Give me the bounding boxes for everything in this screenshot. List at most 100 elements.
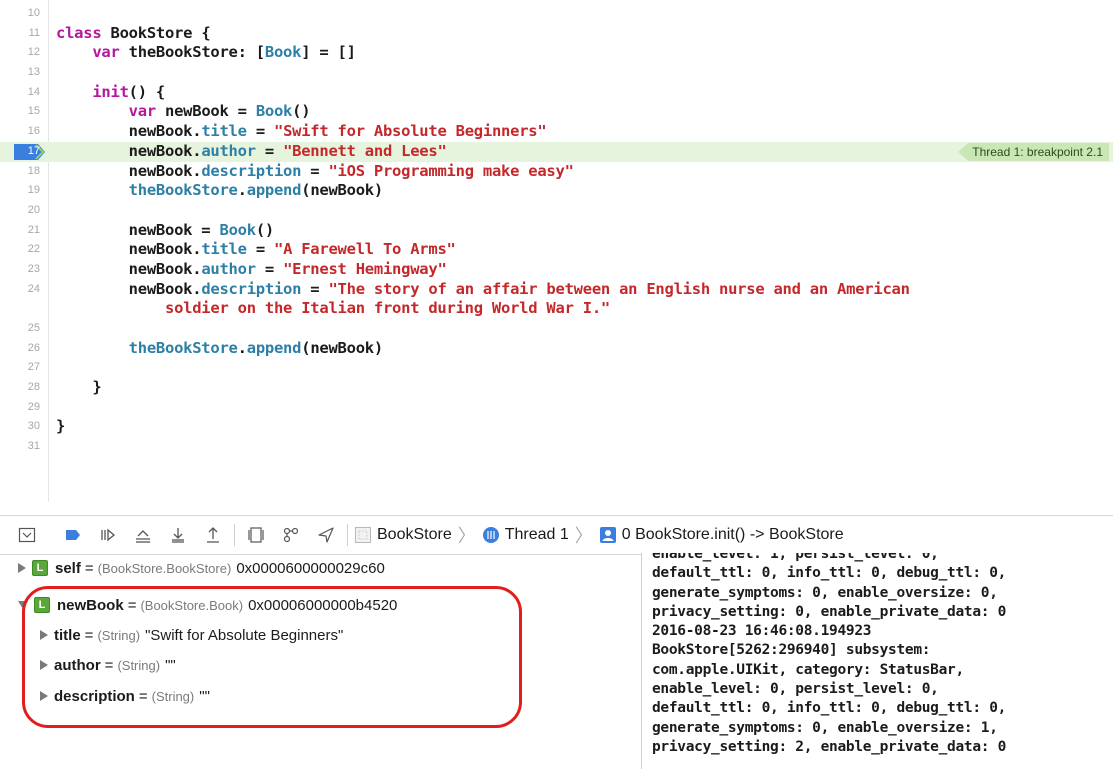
breadcrumb-frame[interactable]: 0 BookStore.init() -> BookStore — [599, 520, 844, 550]
code-token: } — [56, 417, 66, 436]
variable-row-description[interactable]: description = (String) "" — [40, 684, 210, 708]
step-into-button[interactable] — [163, 520, 193, 550]
variable-row-self[interactable]: L self = (BookStore.BookStore) 0x0000600… — [18, 556, 385, 580]
line-number[interactable]: 13 — [0, 63, 40, 83]
code-token: description — [201, 279, 302, 298]
disclosure-triangle-icon[interactable] — [40, 660, 48, 670]
code-line[interactable]: 22 newBook.title = "A Farewell To Arms" — [0, 240, 1113, 260]
line-number[interactable]: 15 — [0, 102, 40, 122]
code-text: var theBookStore: [Book] = [] — [56, 43, 1113, 63]
code-text: newBook.author = "Bennett and Lees" — [56, 142, 1113, 162]
line-number[interactable]: 14 — [0, 83, 40, 103]
simulate-location-button[interactable] — [311, 520, 341, 550]
thread-breakpoint-flag[interactable]: Thread 1: breakpoint 2.1 — [958, 142, 1109, 161]
code-line[interactable]: 21 newBook = Book() — [0, 221, 1113, 241]
code-line[interactable]: 23 newBook.author = "Ernest Hemingway" — [0, 260, 1113, 280]
variable-type: (BookStore.Book) — [140, 597, 244, 613]
code-token: newBook. — [56, 259, 202, 278]
line-number[interactable]: 23 — [0, 260, 40, 280]
disclosure-triangle-icon[interactable] — [40, 691, 48, 701]
code-token: "A Farewell To Arms" — [273, 240, 456, 259]
line-number[interactable]: 28 — [0, 378, 40, 398]
code-line[interactable]: 14 init() { — [0, 83, 1113, 103]
line-number[interactable]: 25 — [0, 319, 40, 339]
code-token: = — [255, 259, 284, 278]
line-number[interactable]: 24 — [0, 280, 40, 300]
variable-value: "" — [165, 656, 176, 674]
code-token: theBookStore: [ — [119, 43, 265, 62]
line-number[interactable]: 10 — [0, 4, 40, 24]
line-number[interactable]: 11 — [0, 24, 40, 44]
code-text: newBook.title = "A Farewell To Arms" — [56, 240, 1113, 260]
code-token: = — [246, 122, 274, 141]
code-line[interactable]: 10 — [0, 4, 1113, 24]
line-number[interactable]: 26 — [0, 339, 40, 359]
code-line[interactable]: 19 theBookStore.append(newBook) — [0, 181, 1113, 201]
breadcrumb-thread[interactable]: Thread 1 — [482, 520, 569, 550]
code-line[interactable]: 15 var newBook = Book() — [0, 102, 1113, 122]
code-line[interactable]: 26 theBookStore.append(newBook) — [0, 339, 1113, 359]
code-token: class — [56, 23, 102, 42]
step-out-button[interactable] — [198, 520, 228, 550]
memory-graph-button[interactable] — [276, 520, 306, 550]
code-line[interactable]: 13 — [0, 63, 1113, 83]
variable-equals: = — [138, 687, 148, 705]
code-line[interactable]: 24 newBook.description = "The story of a… — [0, 280, 1113, 319]
variable-value: 0x0000600000029c60 — [236, 559, 385, 577]
code-token: title — [201, 240, 247, 259]
code-token: = — [246, 240, 274, 259]
toggle-breakpoints-button[interactable] — [58, 520, 88, 550]
code-line[interactable]: 11 class BookStore { — [0, 24, 1113, 44]
line-number[interactable]: 18 — [0, 162, 40, 182]
code-line[interactable]: 25 — [0, 319, 1113, 339]
disclosure-triangle-open-icon[interactable] — [18, 601, 28, 609]
line-number[interactable]: 27 — [0, 358, 40, 378]
variable-name: author — [54, 656, 101, 674]
code-token: theBookStore — [128, 338, 238, 357]
code-token: var — [92, 43, 120, 62]
code-line[interactable]: 28 } — [0, 378, 1113, 398]
line-number[interactable]: 31 — [0, 437, 40, 457]
code-line[interactable]: 12 var theBookStore: [Book] = [] — [0, 43, 1113, 63]
variables-view[interactable]: L self = (BookStore.BookStore) 0x0000600… — [0, 556, 640, 769]
code-token: "Swift for Absolute Beginners" — [273, 122, 547, 141]
disclosure-triangle-icon[interactable] — [40, 630, 48, 640]
code-token: () — [292, 102, 311, 121]
line-number[interactable]: 16 — [0, 122, 40, 142]
code-line[interactable]: 30} — [0, 417, 1113, 437]
code-token: () — [255, 220, 274, 239]
line-number[interactable]: 22 — [0, 240, 40, 260]
code-line[interactable]: 27 — [0, 358, 1113, 378]
variable-row-author[interactable]: author = (String) "" — [40, 653, 176, 677]
disclosure-triangle-icon[interactable] — [18, 563, 26, 573]
line-number[interactable]: 29 — [0, 398, 40, 418]
line-number[interactable]: 20 — [0, 201, 40, 221]
variable-equals: = — [84, 626, 94, 644]
code-line-current[interactable]: 17 newBook.author = "Bennett and Lees" Th… — [0, 141, 1113, 162]
line-number[interactable]: 19 — [0, 181, 40, 201]
variable-row-title[interactable]: title = (String) "Swift for Absolute Beg… — [40, 623, 343, 647]
code-line[interactable]: 16 newBook.title = "Swift for Absolute B… — [0, 122, 1113, 142]
line-number[interactable]: 21 — [0, 221, 40, 241]
code-token: newBook. — [56, 161, 202, 180]
hide-debug-area-button[interactable] — [12, 520, 42, 550]
source-editor[interactable]: 10 11 class BookStore {12 var theBookStore… — [0, 0, 1113, 502]
continue-button[interactable] — [93, 520, 123, 550]
code-text: newBook.description = "The story of an a… — [56, 280, 1113, 319]
code-token: = — [301, 279, 329, 298]
code-lines: 10 11 class BookStore {12 var theBookStore… — [0, 4, 1113, 457]
code-line[interactable]: 29 — [0, 398, 1113, 418]
line-number[interactable]: 12 — [0, 43, 40, 63]
code-line[interactable]: 20 — [0, 201, 1113, 221]
debug-console[interactable]: enable_level: 1, persist_level: 0, defau… — [641, 553, 1113, 769]
line-number[interactable]: 30 — [0, 417, 40, 437]
code-line[interactable]: 31 — [0, 437, 1113, 457]
code-token: Book — [219, 220, 256, 239]
breadcrumb-target[interactable]: BookStore — [354, 520, 452, 550]
line-number[interactable]: 17 — [0, 142, 40, 162]
view-hierarchy-button[interactable] — [241, 520, 271, 550]
step-over-button[interactable] — [128, 520, 158, 550]
code-line[interactable]: 18 newBook.description = "iOS Programmin… — [0, 162, 1113, 182]
variable-row-newbook[interactable]: L newBook = (BookStore.Book) 0x000060000… — [18, 593, 397, 617]
